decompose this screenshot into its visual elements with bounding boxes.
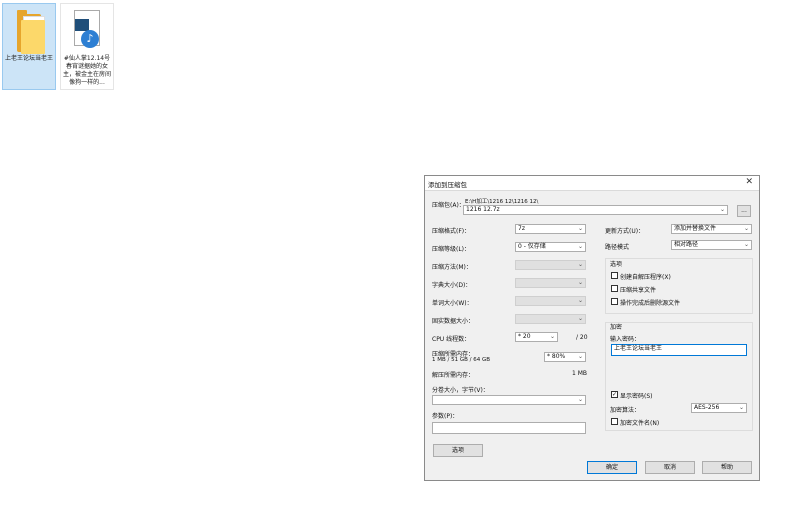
word-select: ⌄ [515,296,586,306]
chevron-down-icon: ⌄ [577,261,583,268]
chevron-down-icon: ⌄ [577,353,583,360]
chevron-down-icon: ⌄ [743,225,749,232]
enc-method-label: 加密算法： [610,407,641,414]
show-password-checkbox[interactable]: ✓ [611,391,618,398]
dict-label: 字典大小(D)： [432,282,472,289]
chevron-down-icon: ⌄ [577,315,583,322]
chevron-down-icon: ⌄ [577,243,583,250]
archive-label: 压缩包(A)： [432,202,465,209]
help-button[interactable]: 帮助 [702,461,752,474]
chevron-down-icon: ⌄ [738,404,744,411]
split-select[interactable]: ⌄ [432,395,586,405]
close-icon[interactable]: ✕ [745,177,753,187]
level-select[interactable]: 0 - 仅存储 ⌄ [515,242,586,252]
split-label: 分卷大小，字节(V)： [432,387,489,394]
shared-files-label: 压缩共享文件 [620,287,657,294]
chevron-down-icon: ⌄ [549,333,555,340]
word-label: 单词大小(W)： [432,300,473,307]
chevron-down-icon: ⌄ [577,225,583,232]
archive-name-combo[interactable]: 1216 12.7z ⌄ [463,205,728,215]
decomp-value: 1 MB [572,370,588,377]
folder-icon [11,8,49,54]
chevron-down-icon: ⌄ [577,279,583,286]
desktop-folder-label: 上老王论坛当老王 [5,55,54,62]
ok-button[interactable]: 确定 [587,461,637,474]
mem-detail: 1 MB / 51 GB / 64 GB [432,357,491,363]
solid-select: ⌄ [515,314,586,324]
path-mode-value: 相对路径 [674,241,699,248]
format-select[interactable]: 7z ⌄ [515,224,586,234]
shared-files-checkbox[interactable] [611,285,618,292]
threads-value: * 20 [518,333,531,340]
path-mode-label: 路径模式 [605,244,630,251]
show-password-label: 显示密码(S) [620,393,653,400]
threads-total: / 20 [576,334,588,341]
add-to-archive-dialog: 添加到压缩包 ✕ 压缩包(A)： E:\H加工\1216 12\1216 12\… [424,175,760,481]
dialog-titlebar: 添加到压缩包 ✕ [425,176,759,191]
chevron-down-icon: ⌄ [719,206,725,213]
method-label: 压缩方法(M)： [432,264,472,271]
media-file-icon: ♪ [69,8,107,54]
browse-button[interactable]: ... [737,205,751,217]
options-button[interactable]: 选项 [433,444,483,457]
delete-after-checkbox[interactable] [611,298,618,305]
password-value: 上老王论坛当老王 [614,345,663,352]
chevron-down-icon: ⌄ [743,241,749,248]
update-value: 添加并替换文件 [674,225,717,232]
path-mode-select[interactable]: 相对路径 ⌄ [671,240,752,250]
level-value: 0 - 仅存储 [518,243,546,250]
dict-select: ⌄ [515,278,586,288]
format-value: 7z [518,225,525,232]
password-input[interactable]: 上老王论坛当老王 [611,344,747,356]
chevron-down-icon: ⌄ [577,396,583,403]
encrypt-names-label: 加密文件名(N) [620,420,660,427]
update-label: 更新方式(U)： [605,228,645,235]
encryption-group-title: 加密 [610,324,623,331]
cancel-button[interactable]: 取消 [645,461,695,474]
archive-name-value: 1216 12.7z [466,206,500,213]
threads-label: CPU 线程数： [432,336,471,343]
chevron-down-icon: ⌄ [577,297,583,304]
solid-label: 固实数据大小： [432,318,475,325]
desktop-media-file-label: #仙人掌12.14号春宵谜据她的女主，被金主在房间像狗一样的... [63,55,112,86]
format-label: 压缩格式(F)： [432,228,471,235]
check-icon: ✓ [612,391,618,398]
params-label: 参数(P)： [432,413,459,420]
decomp-label: 解压所需内存： [432,372,475,379]
sfx-label: 创建自解压程序(X) [620,274,671,281]
dialog-title: 添加到压缩包 [428,181,467,189]
enc-method-select[interactable]: AES-256 ⌄ [691,403,747,413]
desktop-media-file-icon[interactable]: ♪ #仙人掌12.14号春宵谜据她的女主，被金主在房间像狗一样的... [60,3,114,90]
threads-select[interactable]: * 20 ⌄ [515,332,558,342]
level-label: 压缩等级(L)： [432,246,471,253]
mem-select[interactable]: * 80% ⌄ [544,352,586,362]
method-select: ⌄ [515,260,586,270]
delete-after-label: 操作完成后删除源文件 [620,300,681,307]
archive-path: E:\H加工\1216 12\1216 12\ [465,199,539,205]
password-label: 输入密码： [610,336,641,343]
desktop-folder-icon[interactable]: 上老王论坛当老王 [2,3,56,90]
params-input[interactable] [432,422,586,434]
enc-method-value: AES-256 [694,404,720,411]
update-select[interactable]: 添加并替换文件 ⌄ [671,224,752,234]
sfx-checkbox[interactable] [611,272,618,279]
options-group-title: 选项 [610,261,623,268]
encrypt-names-checkbox[interactable] [611,418,618,425]
mem-value: * 80% [547,353,566,360]
